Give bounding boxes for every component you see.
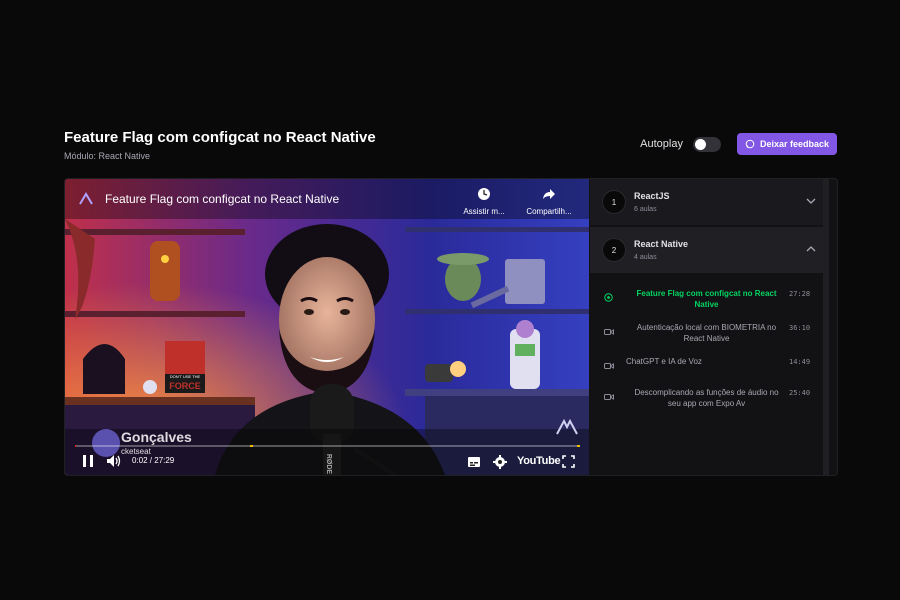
video-player[interactable]: DON'T USE THE FORCE RØDE Feature Flag co…	[65, 179, 589, 475]
lesson-container: DON'T USE THE FORCE RØDE Feature Flag co…	[64, 178, 838, 476]
header-actions: Autoplay Deixar feedback	[640, 133, 837, 155]
lesson-title: Feature Flag com configcat no React Nati…	[636, 289, 777, 309]
feedback-button-label: Deixar feedback	[759, 139, 829, 149]
module-react-native[interactable]: 2 React Native 4 aulas	[590, 226, 829, 274]
module-number: 2	[602, 238, 626, 262]
watermark-logo-icon	[556, 418, 578, 435]
course-sidebar: 1 ReactJS 6 aulas 2 React Native 4 aulas…	[590, 179, 829, 475]
settings-gear-icon[interactable]	[493, 455, 507, 469]
chevron-up-icon[interactable]	[805, 243, 817, 255]
progress-fill	[75, 445, 76, 447]
lesson-header: Feature Flag com configcat no React Nati…	[64, 128, 837, 164]
autoplay-toggle[interactable]	[692, 136, 721, 152]
watch-later-button[interactable]: Assistir m...	[458, 187, 510, 216]
module-lesson-count: 6 aulas	[634, 206, 657, 213]
pause-icon[interactable]	[81, 454, 95, 468]
poster-text-main: FORCE	[169, 381, 201, 391]
youtube-logo[interactable]: YouTube	[517, 455, 561, 467]
lesson-item[interactable]: Autenticação local com BIOMETRIA no Reac…	[590, 316, 829, 350]
progress-bar[interactable]	[75, 445, 580, 447]
lesson-title: ChatGPT e IA de Voz	[626, 357, 702, 366]
lesson-item[interactable]: Descomplicando as funções de áudio no se…	[590, 381, 829, 415]
chat-bubble-icon	[745, 139, 755, 149]
presenter-avatar	[92, 429, 120, 457]
chapter-marker	[250, 445, 253, 447]
module-lesson-count: 4 aulas	[634, 254, 657, 261]
lesson-title: Descomplicando as funções de áudio no se…	[634, 388, 779, 408]
chevron-down-icon[interactable]	[805, 195, 817, 207]
time-display: 0:02 / 27:29	[132, 456, 175, 465]
module-title: ReactJS	[634, 191, 670, 201]
module-number: 1	[602, 190, 626, 214]
video-icon	[604, 329, 614, 335]
lesson-item[interactable]: ChatGPT e IA de Voz 14:49	[590, 350, 829, 381]
clock-icon	[478, 188, 490, 200]
sidebar-scrollbar[interactable]	[823, 179, 829, 475]
lesson-item[interactable]: Feature Flag com configcat no React Nati…	[590, 282, 829, 316]
poster-text-top: DON'T USE THE	[170, 374, 201, 379]
share-arrow-icon	[543, 189, 555, 199]
subtitles-icon[interactable]	[467, 456, 481, 468]
video-title[interactable]: Feature Flag com configcat no React Nati…	[105, 192, 339, 206]
presenter-name: Gonçalves	[121, 429, 192, 445]
lesson-title: Autenticação local com BIOMETRIA no Reac…	[636, 323, 777, 343]
video-icon	[604, 394, 614, 400]
fullscreen-icon[interactable]	[562, 455, 575, 468]
channel-logo-icon[interactable]	[78, 192, 94, 206]
watch-later-label: Assistir m...	[463, 207, 505, 216]
presenter-org: cketseat	[121, 447, 151, 456]
volume-icon[interactable]	[106, 454, 122, 468]
play-circle-icon	[604, 293, 613, 302]
toggle-knob	[694, 138, 706, 150]
module-reactjs[interactable]: 1 ReactJS 6 aulas	[590, 179, 829, 226]
lesson-list: Feature Flag com configcat no React Nati…	[590, 274, 829, 415]
module-title: React Native	[634, 239, 689, 249]
feedback-button[interactable]: Deixar feedback	[736, 133, 837, 155]
video-icon	[604, 363, 614, 369]
share-label: Compartilh...	[526, 207, 572, 216]
chapter-marker-end	[577, 445, 580, 447]
share-button[interactable]: Compartilh...	[520, 187, 578, 216]
autoplay-label: Autoplay	[640, 138, 683, 150]
